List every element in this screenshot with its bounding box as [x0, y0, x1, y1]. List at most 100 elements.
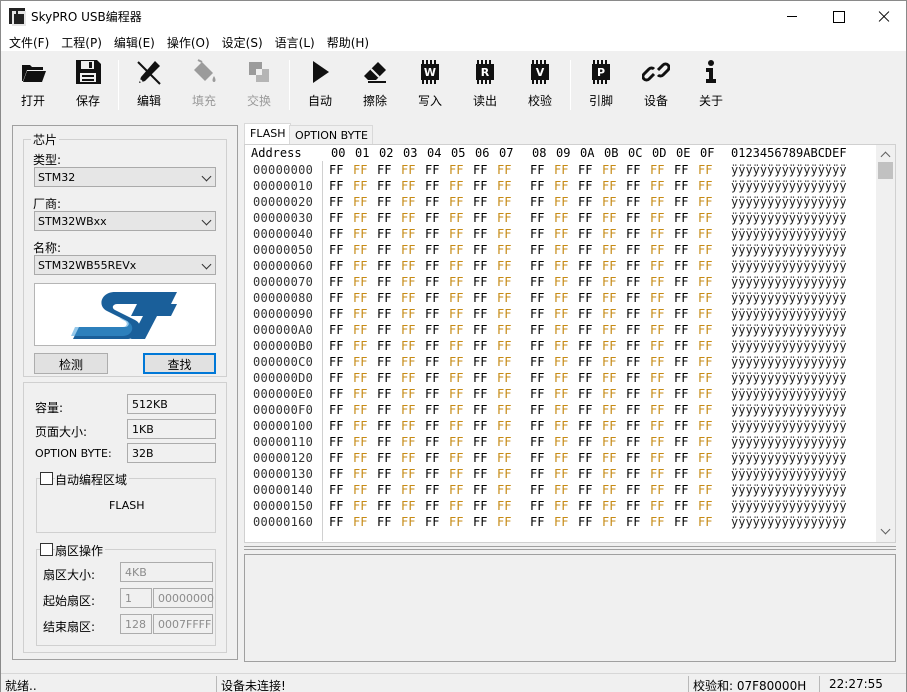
- byte-cell[interactable]: FF: [602, 323, 616, 337]
- byte-cell[interactable]: FF: [497, 227, 511, 241]
- menu-settings[interactable]: 设定(S): [216, 31, 269, 51]
- byte-cell[interactable]: FF: [401, 275, 415, 289]
- byte-cell[interactable]: FF: [497, 163, 511, 177]
- byte-cell[interactable]: FF: [497, 339, 511, 353]
- byte-cell[interactable]: FF: [497, 307, 511, 321]
- byte-cell[interactable]: FF: [626, 243, 640, 257]
- byte-cell[interactable]: FF: [377, 387, 391, 401]
- byte-cell[interactable]: FF: [602, 211, 616, 225]
- byte-cell[interactable]: FF: [377, 227, 391, 241]
- byte-cell[interactable]: FF: [401, 339, 415, 353]
- menu-language[interactable]: 语言(L): [269, 31, 321, 51]
- byte-cell[interactable]: FF: [473, 467, 487, 481]
- byte-cell[interactable]: FF: [602, 339, 616, 353]
- byte-cell[interactable]: FF: [698, 259, 712, 273]
- byte-cell[interactable]: FF: [401, 227, 415, 241]
- byte-cell[interactable]: FF: [497, 403, 511, 417]
- byte-cell[interactable]: FF: [329, 515, 343, 529]
- byte-cell[interactable]: FF: [578, 515, 592, 529]
- byte-cell[interactable]: FF: [650, 163, 664, 177]
- byte-cell[interactable]: FF: [530, 483, 544, 497]
- byte-cell[interactable]: FF: [626, 483, 640, 497]
- byte-cell[interactable]: FF: [425, 499, 439, 513]
- byte-cell[interactable]: FF: [674, 323, 688, 337]
- byte-cell[interactable]: FF: [554, 227, 568, 241]
- byte-cell[interactable]: FF: [650, 259, 664, 273]
- byte-cell[interactable]: FF: [602, 307, 616, 321]
- byte-cell[interactable]: FF: [473, 355, 487, 369]
- hex-row[interactable]: 00000090 FF FF FF FF FF FF FF FF FF FF FF FF FF FF FF FF…: [245, 307, 875, 323]
- byte-cell[interactable]: FF: [449, 499, 463, 513]
- byte-cell[interactable]: FF: [425, 355, 439, 369]
- hex-row[interactable]: 00000040 FF FF FF FF FF FF FF FF FF FF FF FF FF FF FF FF…: [245, 227, 875, 243]
- byte-cell[interactable]: FF: [425, 259, 439, 273]
- byte-cell[interactable]: FF: [353, 467, 367, 481]
- byte-cell[interactable]: FF: [626, 307, 640, 321]
- maximize-button[interactable]: [815, 1, 861, 31]
- hex-row[interactable]: 00000140 FF FF FF FF FF FF FF FF FF FF FF FF FF FF FF FF…: [245, 483, 875, 499]
- byte-cell[interactable]: FF: [554, 467, 568, 481]
- byte-cell[interactable]: FF: [377, 195, 391, 209]
- byte-cell[interactable]: FF: [530, 211, 544, 225]
- byte-cell[interactable]: FF: [554, 499, 568, 513]
- byte-cell[interactable]: FF: [554, 211, 568, 225]
- hex-row[interactable]: 00000120 FF FF FF FF FF FF FF FF FF FF FF FF FF FF FF FF…: [245, 451, 875, 467]
- byte-cell[interactable]: FF: [377, 371, 391, 385]
- byte-cell[interactable]: FF: [449, 275, 463, 289]
- byte-cell[interactable]: FF: [353, 451, 367, 465]
- byte-cell[interactable]: FF: [554, 387, 568, 401]
- hex-row[interactable]: 00000160 FF FF FF FF FF FF FF FF FF FF FF FF FF FF FF FF…: [245, 515, 875, 531]
- byte-cell[interactable]: FF: [530, 195, 544, 209]
- byte-cell[interactable]: FF: [626, 435, 640, 449]
- byte-cell[interactable]: FF: [473, 419, 487, 433]
- byte-cell[interactable]: FF: [626, 211, 640, 225]
- byte-cell[interactable]: FF: [674, 227, 688, 241]
- byte-cell[interactable]: FF: [377, 435, 391, 449]
- byte-cell[interactable]: FF: [353, 515, 367, 529]
- byte-cell[interactable]: FF: [497, 195, 511, 209]
- device-button[interactable]: 设备: [632, 56, 680, 110]
- byte-cell[interactable]: FF: [554, 451, 568, 465]
- byte-cell[interactable]: FF: [578, 499, 592, 513]
- byte-cell[interactable]: FF: [698, 387, 712, 401]
- byte-cell[interactable]: FF: [449, 243, 463, 257]
- byte-cell[interactable]: FF: [602, 499, 616, 513]
- save-button[interactable]: 保存: [64, 56, 112, 110]
- byte-cell[interactable]: FF: [698, 371, 712, 385]
- hex-row[interactable]: 00000060 FF FF FF FF FF FF FF FF FF FF FF FF FF FF FF FF…: [245, 259, 875, 275]
- byte-cell[interactable]: FF: [650, 419, 664, 433]
- byte-cell[interactable]: FF: [698, 307, 712, 321]
- swap-button[interactable]: 交换: [235, 56, 283, 110]
- hex-row[interactable]: 000000E0 FF FF FF FF FF FF FF FF FF FF FF FF FF FF FF FF…: [245, 387, 875, 403]
- byte-cell[interactable]: FF: [353, 243, 367, 257]
- byte-cell[interactable]: FF: [425, 211, 439, 225]
- byte-cell[interactable]: FF: [353, 499, 367, 513]
- byte-cell[interactable]: FF: [377, 403, 391, 417]
- byte-cell[interactable]: FF: [674, 371, 688, 385]
- byte-cell[interactable]: FF: [578, 211, 592, 225]
- hex-row[interactable]: 00000000 FF FF FF FF FF FF FF FF FF FF FF FF FF FF FF FF…: [245, 163, 875, 179]
- byte-cell[interactable]: FF: [425, 195, 439, 209]
- byte-cell[interactable]: FF: [674, 451, 688, 465]
- byte-cell[interactable]: FF: [449, 323, 463, 337]
- byte-cell[interactable]: FF: [674, 275, 688, 289]
- byte-cell[interactable]: FF: [602, 355, 616, 369]
- pins-button[interactable]: P 引脚: [577, 56, 625, 110]
- menu-edit[interactable]: 编辑(E): [108, 31, 161, 51]
- byte-cell[interactable]: FF: [377, 259, 391, 273]
- tab-flash[interactable]: FLASH: [244, 123, 291, 146]
- byte-cell[interactable]: FF: [329, 211, 343, 225]
- byte-cell[interactable]: FF: [626, 355, 640, 369]
- byte-cell[interactable]: FF: [602, 179, 616, 193]
- hex-editor[interactable]: Address 00 01 02 03 04 05 06 07 08 09 0A 0B 0C 0D 0E 0F 0…: [244, 144, 896, 543]
- byte-cell[interactable]: FF: [329, 179, 343, 193]
- byte-cell[interactable]: FF: [674, 403, 688, 417]
- byte-cell[interactable]: FF: [329, 243, 343, 257]
- byte-cell[interactable]: FF: [497, 499, 511, 513]
- scroll-thumb[interactable]: [878, 162, 893, 179]
- byte-cell[interactable]: FF: [377, 483, 391, 497]
- byte-cell[interactable]: FF: [650, 227, 664, 241]
- byte-cell[interactable]: FF: [425, 179, 439, 193]
- byte-cell[interactable]: FF: [329, 227, 343, 241]
- byte-cell[interactable]: FF: [578, 163, 592, 177]
